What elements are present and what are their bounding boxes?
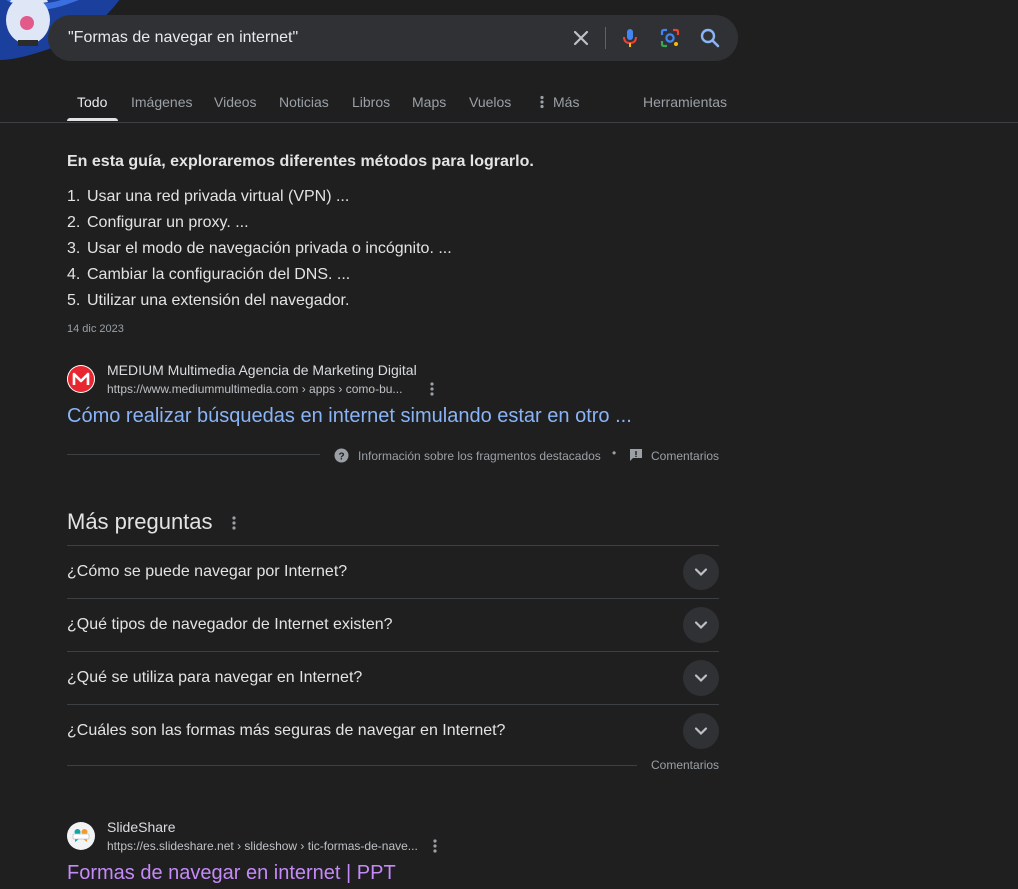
list-number: 4. (67, 266, 81, 283)
tools-button[interactable]: Herramientas (643, 94, 727, 110)
list-text: Cambiar la configuración del DNS. ... (87, 266, 351, 283)
paa-question-text: ¿Qué tipos de navegador de Internet exis… (67, 616, 393, 633)
result-title-link[interactable]: Formas de navegar en internet | PPT (67, 862, 396, 885)
tab-maps[interactable]: Maps (412, 94, 446, 110)
more-options-icon[interactable] (424, 381, 440, 397)
paa-more-icon[interactable] (226, 515, 242, 531)
svg-text:?: ? (338, 452, 344, 463)
list-number: 2. (67, 214, 81, 231)
tab-mas-label: Más (553, 94, 580, 110)
tab-todo[interactable]: Todo (77, 94, 107, 110)
list-item: 1. Usar una red privada virtual (VPN) ... (67, 188, 349, 206)
chevron-down-icon[interactable] (683, 713, 719, 749)
tab-vuelos[interactable]: Vuelos (469, 94, 511, 110)
list-item: 5. Utilizar una extensión del navegador. (67, 292, 349, 310)
paa-question-text: ¿Qué se utiliza para navegar en Internet… (67, 669, 363, 686)
list-text: Utilizar una extensión del navegador. (87, 292, 350, 309)
chevron-down-icon[interactable] (683, 554, 719, 590)
list-item: 2. Configurar un proxy. ... (67, 214, 249, 232)
paa-question-text: ¿Cómo se puede navegar por Internet? (67, 563, 348, 580)
paa-question-row[interactable]: ¿Cuáles son las formas más seguras de na… (67, 704, 719, 757)
slideshare-favicon[interactable] (67, 822, 95, 850)
snippet-heading: En esta guía, exploraremos diferentes mé… (67, 153, 534, 170)
help-icon[interactable]: ? (334, 448, 349, 468)
search-icon[interactable] (698, 26, 722, 50)
chevron-down-icon[interactable] (683, 607, 719, 643)
tab-mas[interactable]: Más (537, 94, 579, 110)
tab-noticias[interactable]: Noticias (279, 94, 329, 110)
site-name[interactable]: SlideShare (107, 819, 176, 835)
clear-icon[interactable] (569, 26, 593, 50)
divider (67, 454, 320, 455)
feedback-icon[interactable] (629, 448, 643, 467)
tab-libros[interactable]: Libros (352, 94, 390, 110)
about-featured-snippets-link[interactable]: Información sobre los fragmentos destaca… (358, 449, 601, 463)
list-text: Configurar un proxy. ... (87, 214, 249, 231)
list-item: 4. Cambiar la configuración del DNS. ... (67, 266, 350, 284)
mic-icon[interactable] (618, 26, 642, 50)
more-options-icon[interactable] (427, 838, 443, 854)
search-input[interactable] (68, 15, 548, 61)
active-tab-indicator (67, 118, 118, 121)
tab-videos[interactable]: Videos (214, 94, 257, 110)
list-number: 1. (67, 188, 81, 205)
paa-question-row[interactable]: ¿Cómo se puede navegar por Internet? (67, 545, 719, 598)
snippet-date: 14 dic 2023 (67, 323, 124, 335)
site-url[interactable]: https://es.slideshare.net › slideshow › … (107, 839, 418, 853)
tab-imagenes[interactable]: Imágenes (131, 94, 192, 110)
paa-feedback-link[interactable]: Comentarios (651, 758, 719, 772)
result-title-link[interactable]: Cómo realizar búsquedas en internet simu… (67, 405, 632, 428)
search-tabs: Todo Imágenes Videos Noticias Libros Map… (0, 88, 1018, 123)
paa-question-row[interactable]: ¿Qué tipos de navegador de Internet exis… (67, 598, 719, 651)
search-bar (48, 15, 738, 61)
more-vert-icon (540, 95, 544, 109)
list-number: 3. (67, 240, 81, 257)
search-divider (605, 27, 606, 49)
site-url[interactable]: https://www.mediummultimedia.com › apps … (107, 382, 402, 396)
paa-title: Más preguntas (67, 509, 213, 534)
chevron-down-icon[interactable] (683, 660, 719, 696)
separator: • (612, 446, 617, 460)
list-number: 5. (67, 292, 81, 309)
site-name[interactable]: MEDIUM Multimedia Agencia de Marketing D… (107, 362, 417, 378)
lens-icon[interactable] (658, 26, 682, 50)
list-text: Usar el modo de navegación privada o inc… (87, 240, 452, 257)
paa-question-row[interactable]: ¿Qué se utiliza para navegar en Internet… (67, 651, 719, 704)
divider (67, 765, 637, 766)
medium-favicon[interactable] (67, 365, 95, 393)
feedback-link[interactable]: Comentarios (651, 449, 719, 463)
list-item: 3. Usar el modo de navegación privada o i… (67, 240, 452, 258)
paa-question-text: ¿Cuáles son las formas más seguras de na… (67, 722, 506, 739)
list-text: Usar una red privada virtual (VPN) ... (87, 188, 350, 205)
